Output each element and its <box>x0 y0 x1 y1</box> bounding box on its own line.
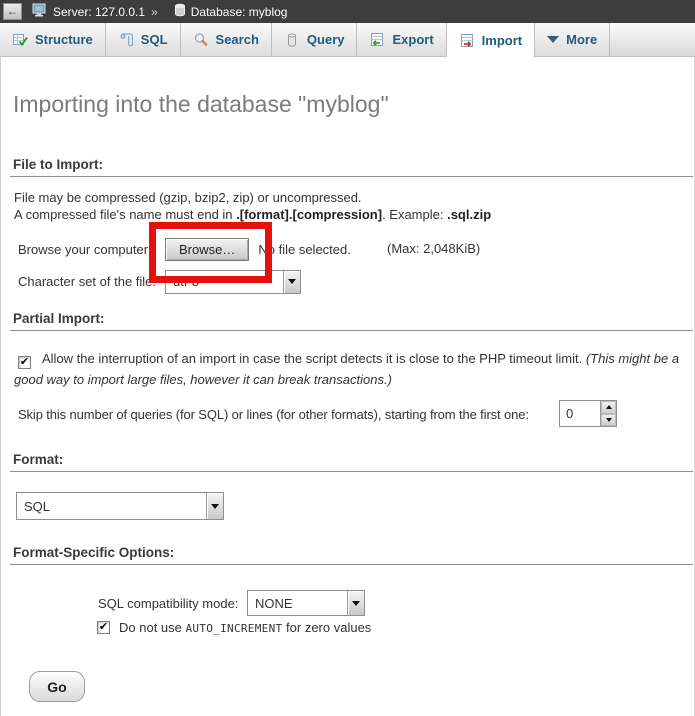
charset-label: Character set of the file: <box>18 274 165 289</box>
tab-structure[interactable]: Structure <box>0 23 106 56</box>
no-file-selected-text: No file selected. <box>258 242 351 257</box>
chevron-down-icon[interactable] <box>283 271 300 293</box>
skip-queries-spinner[interactable]: 0 <box>559 400 617 427</box>
go-button[interactable]: Go <box>29 671 85 702</box>
auto-increment-label: Do not use AUTO_INCREMENT for zero value… <box>119 620 371 635</box>
allow-interruption-checkbox[interactable] <box>18 356 31 369</box>
section-heading-file-to-import: File to Import: <box>10 157 693 177</box>
max-upload-size: (Max: 2,048KiB) <box>387 241 480 256</box>
skip-queries-label: Skip this number of queries (for SQL) or… <box>18 407 529 422</box>
breadcrumb-bar: Server: 127.0.0.1 » Database: myblog <box>0 0 695 23</box>
sql-compatibility-selected-value: NONE <box>248 596 347 611</box>
content-left-border <box>0 57 1 716</box>
tab-label: Query <box>307 32 345 47</box>
back-arrow-button[interactable] <box>3 3 22 20</box>
tab-sql[interactable]: SQL <box>106 23 181 56</box>
file-note-line1: File may be compressed (gzip, bzip2, zip… <box>14 189 491 206</box>
tab-search[interactable]: Search <box>181 23 272 56</box>
tab-label: Search <box>216 32 259 47</box>
tab-label: Export <box>392 32 433 47</box>
browse-row: Browse your computer: Browse… No file se… <box>18 237 351 261</box>
spinner-buttons <box>600 401 616 426</box>
tab-label: Import <box>482 33 522 48</box>
file-note-line2: A compressed file's name must end in .[f… <box>14 206 491 223</box>
charset-select[interactable]: utf-8 <box>165 270 301 294</box>
database-icon <box>174 3 186 20</box>
charset-row: Character set of the file: utf-8 <box>18 269 301 294</box>
chevron-down-icon <box>547 36 559 43</box>
sql-compatibility-select[interactable]: NONE <box>247 590 365 616</box>
import-icon <box>459 33 475 49</box>
section-heading-format-specific-options: Format-Specific Options: <box>10 545 693 565</box>
phpmyadmin-import-page: Server: 127.0.0.1 » Database: myblog Str… <box>0 0 695 716</box>
spinner-down-icon[interactable] <box>601 414 616 427</box>
spinner-up-icon[interactable] <box>601 401 616 414</box>
auto-increment-code: AUTO_INCREMENT <box>186 622 283 635</box>
auto-increment-checkbox[interactable] <box>97 621 110 634</box>
structure-icon <box>12 32 28 48</box>
section-heading-format: Format: <box>10 452 693 472</box>
charset-selected-value: utf-8 <box>166 274 283 289</box>
format-selected-value: SQL <box>17 499 206 514</box>
auto-increment-row: Do not use AUTO_INCREMENT for zero value… <box>97 620 371 635</box>
file-note-format-pattern: .[format].[compression] <box>236 207 382 222</box>
browse-label: Browse your computer: <box>18 242 165 257</box>
sql-compatibility-label: SQL compatibility mode: <box>98 596 238 611</box>
server-icon <box>32 3 48 20</box>
breadcrumb-database-link[interactable]: Database: myblog <box>191 5 288 19</box>
skip-queries-value[interactable]: 0 <box>560 401 600 426</box>
export-icon <box>369 32 385 48</box>
search-icon <box>193 32 209 48</box>
tab-label: Structure <box>35 32 93 47</box>
chevron-down-icon[interactable] <box>206 493 223 519</box>
tab-more[interactable]: More <box>535 23 610 56</box>
file-import-notes: File may be compressed (gzip, bzip2, zip… <box>14 189 491 223</box>
file-note-example: .sql.zip <box>447 207 491 222</box>
tab-query[interactable]: Query <box>272 23 358 56</box>
page-title: Importing into the database "myblog" <box>13 91 389 118</box>
format-select[interactable]: SQL <box>16 492 224 520</box>
breadcrumb-separator: » <box>151 5 158 19</box>
allow-interruption-block: Allow the interruption of an import in c… <box>14 348 692 390</box>
breadcrumb-server-link[interactable]: Server: 127.0.0.1 <box>53 5 145 19</box>
chevron-down-icon[interactable] <box>347 591 364 615</box>
sql-icon <box>118 32 134 48</box>
browse-button[interactable]: Browse… <box>165 238 249 261</box>
tab-label: SQL <box>141 32 168 47</box>
tab-bar: Structure SQL Search <box>0 23 695 57</box>
tab-import[interactable]: Import <box>447 23 535 58</box>
tab-export[interactable]: Export <box>357 23 446 56</box>
tab-label: More <box>566 32 597 47</box>
section-heading-partial-import: Partial Import: <box>10 311 693 331</box>
query-icon <box>284 32 300 48</box>
allow-interruption-text: Allow the interruption of an import in c… <box>42 351 586 366</box>
